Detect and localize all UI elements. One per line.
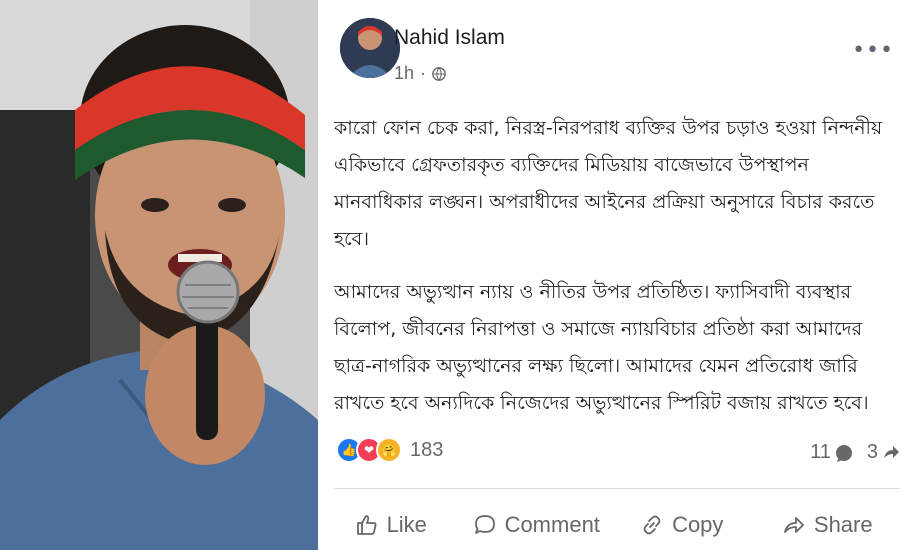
facebook-post: Nahid Islam 1h · ••• কারো ফোন চেক করা, ন… <box>318 0 900 550</box>
comment-count[interactable]: 11 <box>810 441 853 464</box>
like-label: Like <box>386 512 427 537</box>
link-icon <box>643 515 661 535</box>
post-time[interactable]: 1h <box>394 63 414 84</box>
post-paragraph-1: কারো ফোন চেক করা, নিরস্ত্র-নিরপরাধ ব্যক্… <box>334 117 883 250</box>
globe-icon <box>432 66 446 81</box>
share-button[interactable]: Share <box>755 512 900 538</box>
like-button[interactable]: Like <box>318 512 464 538</box>
more-horizontal-icon[interactable]: ••• <box>852 40 894 62</box>
post-body: কারো ফোন চেক করা, নিরস্ত্র-নিরপরাধ ব্যক্… <box>334 110 900 438</box>
share-count-value: 3 <box>866 441 878 463</box>
care-reaction-icon: 🤗 <box>376 437 402 463</box>
profile-photo <box>0 0 318 550</box>
comment-bubble-icon <box>835 444 852 462</box>
comment-count-value: 11 <box>810 441 831 463</box>
share-count[interactable]: 3 <box>867 441 900 464</box>
reaction-summary[interactable]: 👍 ❤ 🤗 183 <box>336 437 443 463</box>
comment-label: Comment <box>504 512 600 537</box>
divider <box>334 488 900 489</box>
share-icon <box>783 517 804 533</box>
copy-label: Copy <box>672 512 724 537</box>
photo-illustration <box>0 0 318 550</box>
copy-button[interactable]: Copy <box>609 512 755 538</box>
post-paragraph-2: আমাদের অভ্যুত্থান ন্যায় ও নীতির উপর প্র… <box>334 281 869 414</box>
post-meta: 1h · <box>394 63 446 84</box>
engagement-counts: 11 3 <box>810 441 900 464</box>
author-avatar[interactable] <box>340 18 400 78</box>
thumbs-up-icon <box>356 515 377 535</box>
share-arrow-icon <box>884 445 899 458</box>
comment-button[interactable]: Comment <box>464 512 610 538</box>
reaction-count: 183 <box>410 438 444 461</box>
share-label: Share <box>813 512 873 537</box>
author-name[interactable]: Nahid Islam <box>394 26 505 50</box>
comment-icon <box>474 515 495 534</box>
action-bar: Like Comment Copy Share <box>318 500 900 550</box>
dot-separator: · <box>420 63 427 83</box>
